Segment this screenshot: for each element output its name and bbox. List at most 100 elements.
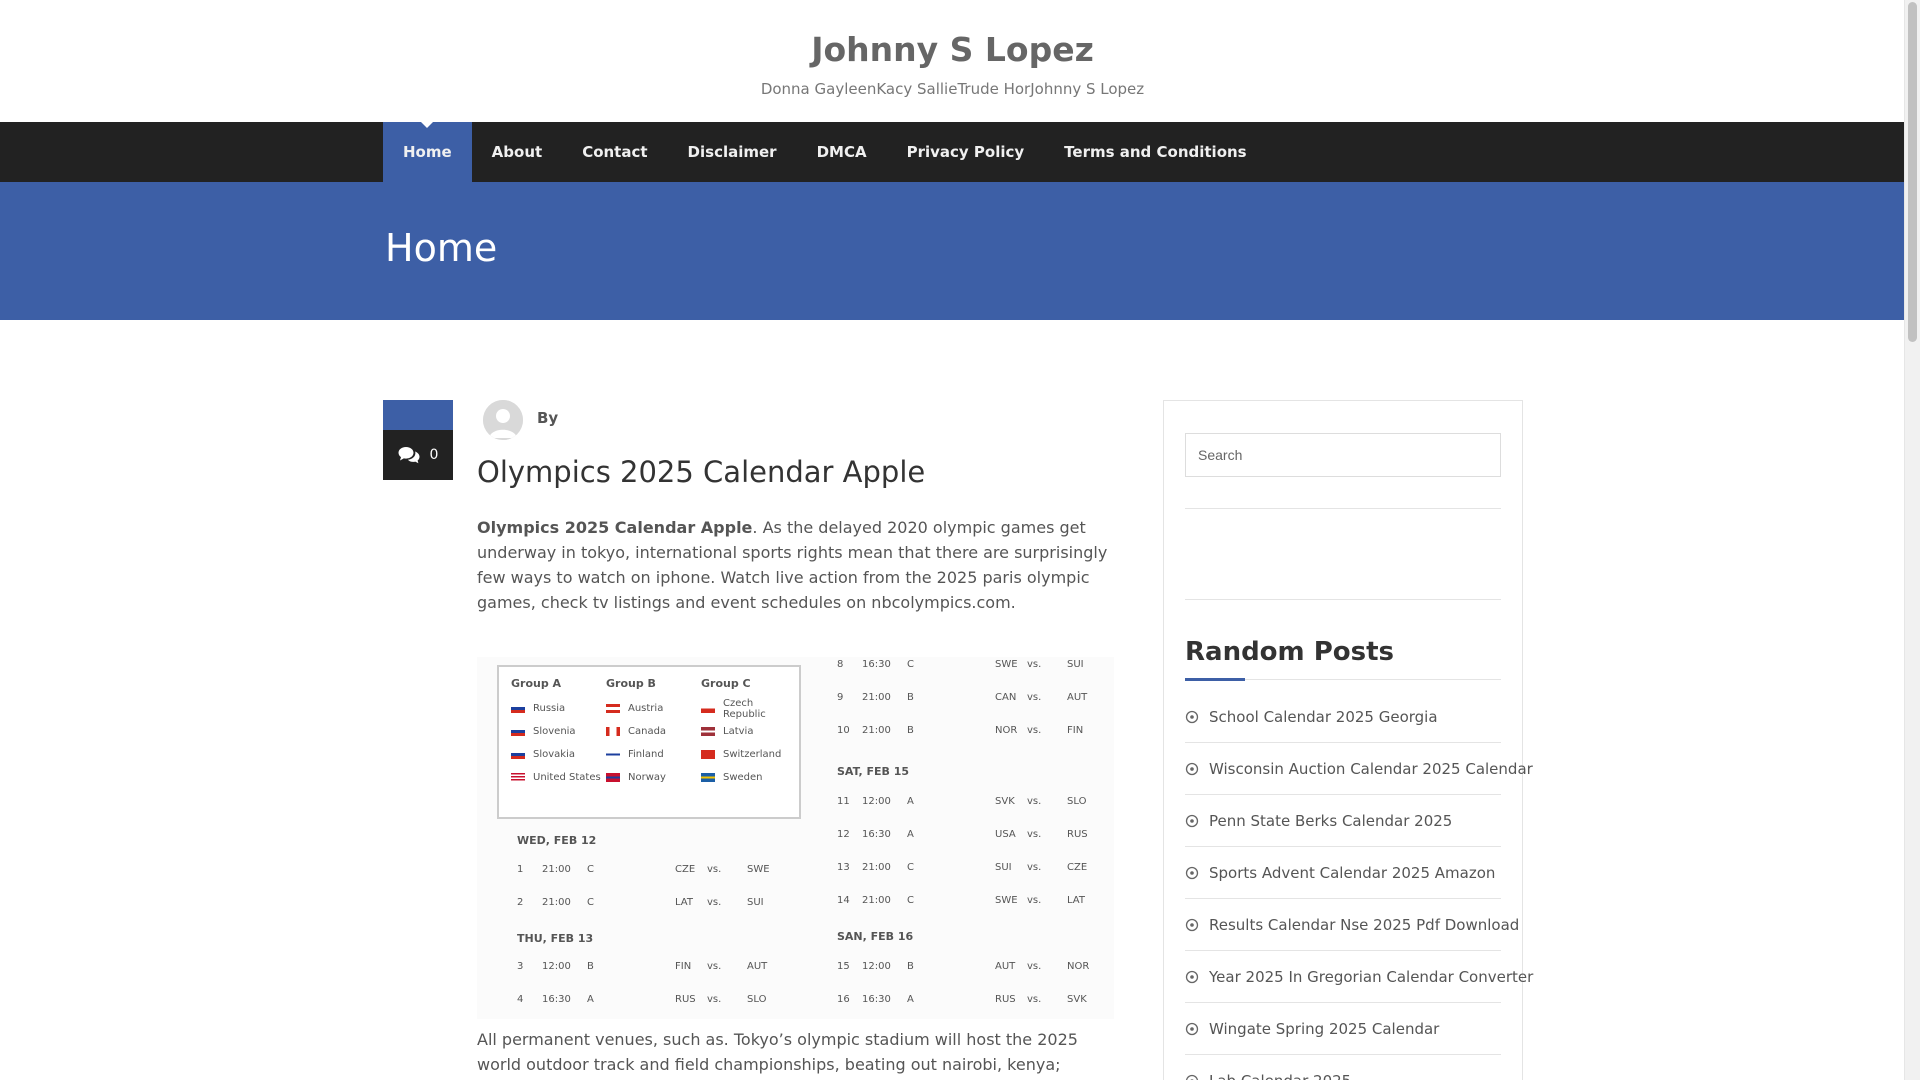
team-name: Slovenia <box>533 726 576 737</box>
game-number: 10 <box>837 724 850 736</box>
group-header: Group B <box>606 677 656 690</box>
schedule-day: SAN, FEB 16 <box>837 930 914 943</box>
vs-label: vs. <box>1027 828 1042 840</box>
list-item[interactable]: Penn State Berks Calendar 2025 <box>1185 795 1501 847</box>
comment-count-box[interactable]: 0 <box>383 430 453 480</box>
scrollbar-thumb[interactable] <box>1908 2 1917 342</box>
away-team: SWE <box>747 863 770 875</box>
nav-item-privacy-policy[interactable]: Privacy Policy <box>887 122 1045 182</box>
list-item[interactable]: School Calendar 2025 Georgia <box>1185 691 1501 743</box>
schedule-day: THU, FEB 13 <box>517 932 594 945</box>
group-team: Norway <box>606 766 701 789</box>
team-name: Finland <box>628 749 664 760</box>
nav-item-disclaimer[interactable]: Disclaimer <box>668 122 797 182</box>
group-header: Group C <box>701 677 751 690</box>
sweden-flag-icon <box>701 773 715 782</box>
calendar-image: Group A Russia Slovenia Slovakia United … <box>477 657 1114 1019</box>
game-time: 21:00 <box>862 894 891 906</box>
random-post-link[interactable]: Sports Advent Calendar 2025 Amazon <box>1209 864 1495 882</box>
page-title: Home <box>385 226 498 270</box>
divider <box>1185 508 1501 509</box>
list-item[interactable]: Year 2025 In Gregorian Calendar Converte… <box>1185 951 1533 1003</box>
group-team: Russia <box>511 697 606 720</box>
vs-label: vs. <box>707 863 722 875</box>
schedule-row: 3 12:00 B FIN vs. AUT <box>517 959 767 973</box>
vs-label: vs. <box>1027 691 1042 703</box>
random-post-link[interactable]: Year 2025 In Gregorian Calendar Converte… <box>1209 968 1533 986</box>
game-number: 2 <box>517 896 524 908</box>
nav-menu: Home About Contact Disclaimer DMCA Priva… <box>383 122 1267 182</box>
finland-flag-icon <box>606 750 620 759</box>
list-item[interactable]: Sports Advent Calendar 2025 Amazon <box>1185 847 1501 899</box>
list-item[interactable]: Lab Calendar 2025 <box>1185 1055 1501 1080</box>
game-number: 12 <box>837 828 850 840</box>
schedule-row: 8 16:30 C SWE vs. SUI <box>837 657 1084 671</box>
team-name: Canada <box>628 726 667 737</box>
search-input[interactable] <box>1185 433 1501 477</box>
game-number: 15 <box>837 960 850 972</box>
game-group: C <box>587 896 594 908</box>
nav-item-home[interactable]: Home <box>383 122 472 182</box>
group-team: Austria <box>606 697 701 720</box>
usa-flag-icon <box>511 773 525 782</box>
team-name: Norway <box>628 772 666 783</box>
random-post-link[interactable]: School Calendar 2025 Georgia <box>1209 708 1438 726</box>
game-number: 4 <box>517 993 524 1005</box>
list-item[interactable]: Wingate Spring 2025 Calendar <box>1185 1003 1501 1055</box>
post-paragraph: All permanent venues, such as. Tokyo’s o… <box>477 1030 1078 1074</box>
home-team: RUS <box>675 993 696 1005</box>
vs-label: vs. <box>1027 658 1042 670</box>
slovenia-flag-icon <box>511 727 525 736</box>
game-number: 16 <box>837 993 850 1005</box>
random-post-link[interactable]: Lab Calendar 2025 <box>1209 1072 1351 1080</box>
game-group: C <box>587 863 594 875</box>
away-team: SVK <box>1067 993 1087 1005</box>
group-column: Group A Russia Slovenia Slovakia United … <box>511 677 606 789</box>
site-tagline: Donna GayleenKacy SallieTrude HorJohnny … <box>760 80 1145 98</box>
groups-box: Group A Russia Slovenia Slovakia United … <box>497 665 801 819</box>
random-post-link[interactable]: Penn State Berks Calendar 2025 <box>1209 812 1452 830</box>
game-group: B <box>907 691 914 703</box>
game-number: 1 <box>517 863 524 875</box>
vs-label: vs. <box>1027 894 1042 906</box>
random-post-link[interactable]: Results Calendar Nse 2025 Pdf Download <box>1209 916 1519 934</box>
site-title[interactable]: Johnny S Lopez <box>0 30 1905 69</box>
random-post-link[interactable]: Wisconsin Auction Calendar 2025 Calendar <box>1209 760 1533 778</box>
list-item[interactable]: Wisconsin Auction Calendar 2025 Calendar <box>1185 743 1533 795</box>
home-team: LAT <box>675 896 693 908</box>
vs-label: vs. <box>1027 993 1042 1005</box>
home-team: USA <box>995 828 1016 840</box>
random-post-link[interactable]: Wingate Spring 2025 Calendar <box>1209 1020 1439 1038</box>
user-avatar-icon[interactable] <box>483 400 523 440</box>
schedule-row: 2 21:00 C LAT vs. SUI <box>517 895 764 909</box>
home-team: RUS <box>995 993 1016 1005</box>
list-item[interactable]: Results Calendar Nse 2025 Pdf Download <box>1185 899 1519 951</box>
latvia-flag-icon <box>701 727 715 736</box>
post-title[interactable]: Olympics 2025 Calendar Apple <box>477 455 925 489</box>
vs-label: vs. <box>1027 795 1042 807</box>
canada-flag-icon <box>606 727 620 736</box>
group-team: Slovakia <box>511 743 606 766</box>
nav-item-about[interactable]: About <box>472 122 563 182</box>
target-bullet-icon <box>1185 1074 1199 1080</box>
nav-item-dmca[interactable]: DMCA <box>797 122 887 182</box>
game-time: 21:00 <box>862 691 891 703</box>
game-time: 21:00 <box>862 861 891 873</box>
divider <box>1185 599 1501 600</box>
schedule-row: 1 21:00 C CZE vs. SWE <box>517 862 770 876</box>
nav-item-terms-and-conditions[interactable]: Terms and Conditions <box>1044 122 1266 182</box>
game-group: C <box>907 658 914 670</box>
group-column: Group B Austria Canada Finland Norway <box>606 677 701 789</box>
home-team: FIN <box>675 960 692 972</box>
game-group: B <box>907 724 914 736</box>
home-team: CAN <box>995 691 1017 703</box>
schedule-row: 14 21:00 C SWE vs. LAT <box>837 893 1085 907</box>
vertical-scrollbar[interactable] <box>1904 0 1920 1080</box>
target-bullet-icon <box>1185 1022 1199 1035</box>
target-bullet-icon <box>1185 866 1199 879</box>
group-team: Czech Republic <box>701 697 796 720</box>
game-group: A <box>907 993 914 1005</box>
group-column: Group C Czech Republic Latvia Switzerlan… <box>701 677 796 789</box>
nav-item-contact[interactable]: Contact <box>562 122 667 182</box>
game-group: B <box>587 960 594 972</box>
